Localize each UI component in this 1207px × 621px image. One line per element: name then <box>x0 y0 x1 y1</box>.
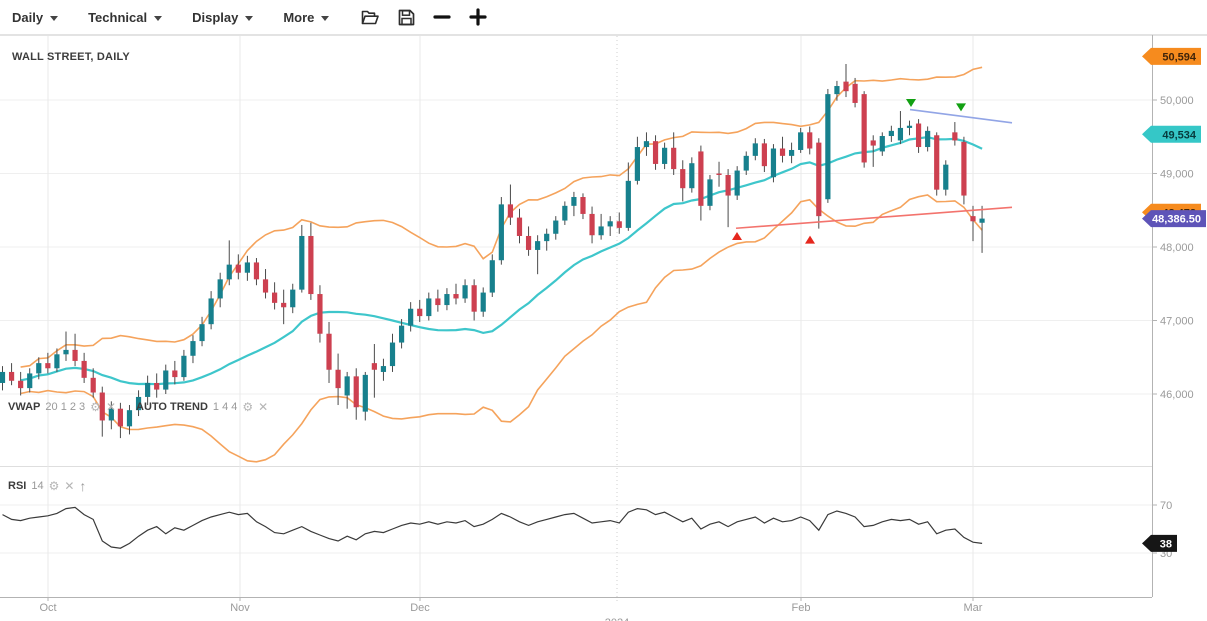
svg-text:38: 38 <box>1160 538 1172 550</box>
rsi-label: RSI <box>8 480 26 492</box>
close-icon[interactable]: ✕ <box>106 401 116 413</box>
chart-canvas[interactable]: 50,00049,00048,00047,00046,0007030OctNov… <box>0 0 1207 621</box>
svg-text:Nov: Nov <box>230 602 250 614</box>
chart-title: WALL STREET, DAILY <box>12 51 130 63</box>
gear-icon[interactable]: ⚙ <box>242 401 253 413</box>
svg-text:48,000: 48,000 <box>1160 242 1194 254</box>
close-icon[interactable]: ✕ <box>64 480 74 492</box>
svg-text:46,000: 46,000 <box>1160 389 1194 401</box>
rsi-params: 14 <box>31 480 43 492</box>
auto-trend-label: AUTO TREND <box>136 401 208 413</box>
svg-text:49,000: 49,000 <box>1160 169 1194 181</box>
svg-text:49,534: 49,534 <box>1162 129 1197 141</box>
vwap-label: VWAP <box>8 401 40 413</box>
svg-text:2024: 2024 <box>605 617 629 621</box>
svg-text:50,594: 50,594 <box>1162 51 1197 63</box>
svg-text:48,386.50: 48,386.50 <box>1152 214 1201 226</box>
svg-text:47,000: 47,000 <box>1160 316 1194 328</box>
vwap-legend-row: VWAP 20 1 2 3 ⚙ ✕ AUTO TREND 1 4 4 ⚙ ✕ <box>8 401 268 413</box>
trading-app-window: Daily Technical Display More <box>0 0 1207 621</box>
svg-text:70: 70 <box>1160 500 1172 512</box>
svg-text:Mar: Mar <box>964 602 983 614</box>
gear-icon[interactable]: ⚙ <box>49 480 60 492</box>
svg-text:Feb: Feb <box>792 602 811 614</box>
close-icon[interactable]: ✕ <box>258 401 268 413</box>
svg-text:Dec: Dec <box>410 602 430 614</box>
vwap-params: 20 1 2 3 <box>45 401 85 413</box>
svg-text:Oct: Oct <box>39 602 56 614</box>
arrow-up-icon[interactable]: ↑ <box>79 479 86 493</box>
svg-text:50,000: 50,000 <box>1160 95 1194 107</box>
gear-icon[interactable]: ⚙ <box>90 401 101 413</box>
auto-trend-params: 1 4 4 <box>213 401 237 413</box>
rsi-legend-row: RSI 14 ⚙ ✕ ↑ <box>8 479 86 493</box>
